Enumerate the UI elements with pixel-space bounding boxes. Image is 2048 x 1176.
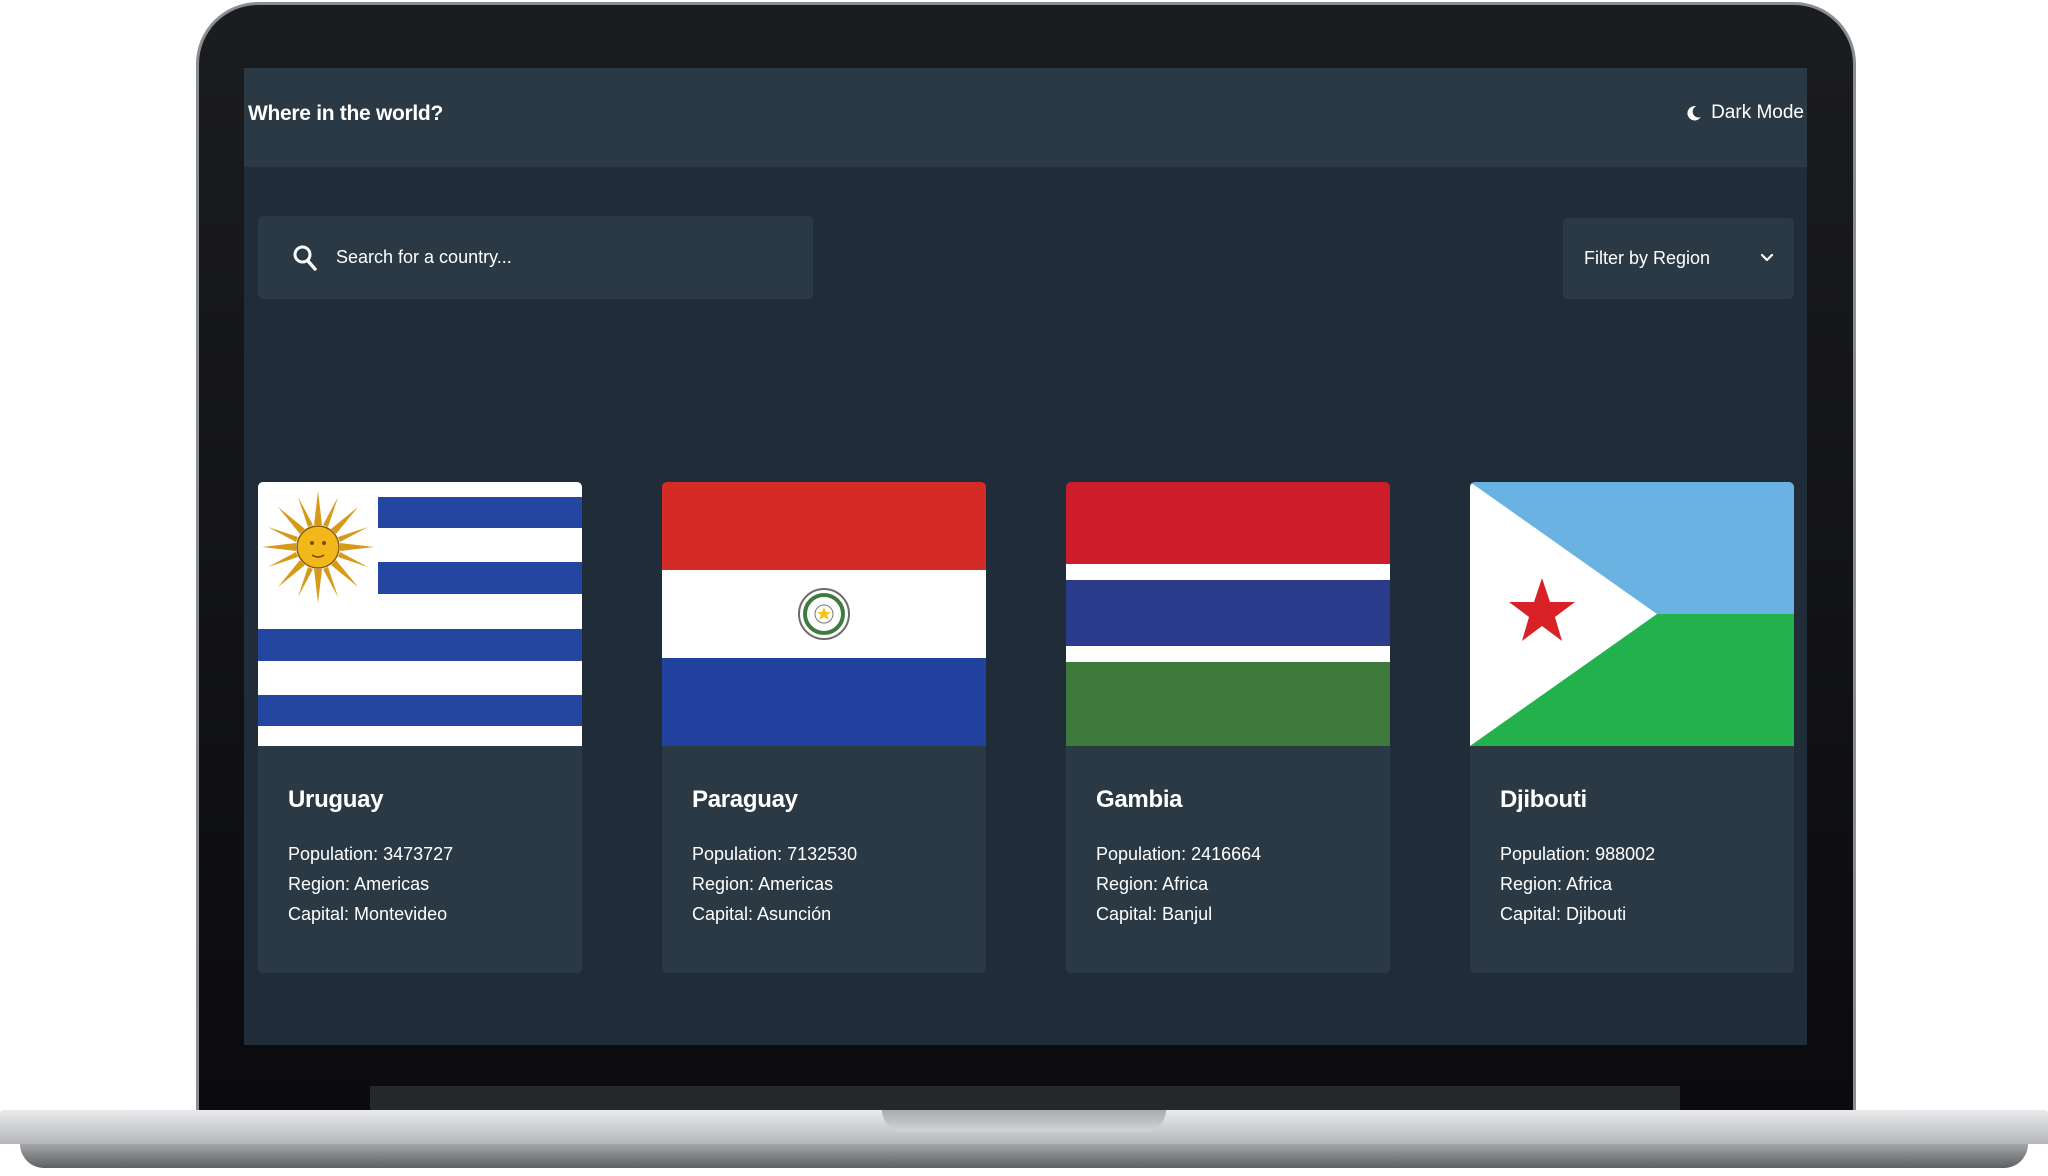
moon-icon [1687,106,1701,121]
site-title[interactable]: Where in the world? [248,102,443,126]
app-screen: Where in the world? Dark Mode Filter by … [244,68,1807,1045]
search-icon [293,245,317,271]
country-region: Region: Americas [692,874,833,895]
country-name: Uruguay [288,786,384,813]
capital-value: Asunción [757,904,832,924]
country-card-paraguay[interactable]: Paraguay Population: 7132530 Region: Ame… [662,482,986,973]
region-filter-dropdown[interactable]: Filter by Region [1563,218,1794,299]
region-label: Region: [1096,874,1159,894]
population-label: Population: [1096,844,1187,864]
capital-label: Capital: [1500,904,1562,924]
region-filter-label: Filter by Region [1584,248,1711,268]
laptop-base-notch [882,1110,1166,1132]
country-population: Population: 7132530 [692,844,857,865]
country-card-djibouti[interactable]: Djibouti Population: 988002 Region: Afri… [1470,482,1794,973]
region-value: Africa [1162,874,1209,894]
country-name: Paraguay [692,786,798,813]
region-value: Americas [758,874,834,894]
country-population: Population: 3473727 [288,844,453,865]
dark-mode-toggle[interactable]: Dark Mode [1685,102,1804,124]
capital-label: Capital: [1096,904,1158,924]
region-value: Africa [1566,874,1613,894]
capital-value: Banjul [1162,904,1213,924]
country-region: Region: Africa [1500,874,1612,895]
uruguay-flag-image [258,482,582,746]
app-header: Where in the world? Dark Mode [244,68,1807,167]
capital-label: Capital: [692,904,754,924]
population-value: 3473727 [383,844,454,864]
country-region: Region: Americas [288,874,429,895]
capital-value: Montevideo [354,904,448,924]
country-population: Population: 2416664 [1096,844,1261,865]
search-box[interactable] [258,216,813,299]
country-capital: Capital: Banjul [1096,904,1212,925]
capital-label: Capital: [288,904,350,924]
laptop-base-bottom [20,1144,2028,1168]
population-value: 988002 [1595,844,1656,864]
capital-value: Djibouti [1566,904,1627,924]
country-card-gambia[interactable]: Gambia Population: 2416664 Region: Afric… [1066,482,1390,973]
country-name: Djibouti [1500,786,1587,813]
country-population: Population: 988002 [1500,844,1655,865]
population-label: Population: [288,844,379,864]
gambia-flag-image [1066,482,1390,746]
region-label: Region: [1500,874,1563,894]
chevron-down-icon [1760,253,1774,262]
country-capital: Capital: Asunción [692,904,831,925]
country-capital: Capital: Montevideo [288,904,447,925]
population-value: 2416664 [1191,844,1262,864]
region-label: Region: [692,874,755,894]
country-name: Gambia [1096,786,1183,813]
population-label: Population: [692,844,783,864]
search-input[interactable] [336,216,796,299]
population-label: Population: [1500,844,1591,864]
laptop-hinge [370,1086,1680,1110]
country-region: Region: Africa [1096,874,1208,895]
region-label: Region: [288,874,351,894]
paraguay-flag-image [662,482,986,746]
region-value: Americas [354,874,430,894]
dark-mode-label: Dark Mode [1711,102,1804,123]
country-capital: Capital: Djibouti [1500,904,1626,925]
population-value: 7132530 [787,844,858,864]
laptop-base [0,1110,2048,1176]
country-card-uruguay[interactable]: Uruguay Population: 3473727 Region: Amer… [258,482,582,973]
djibouti-flag-image [1470,482,1794,746]
